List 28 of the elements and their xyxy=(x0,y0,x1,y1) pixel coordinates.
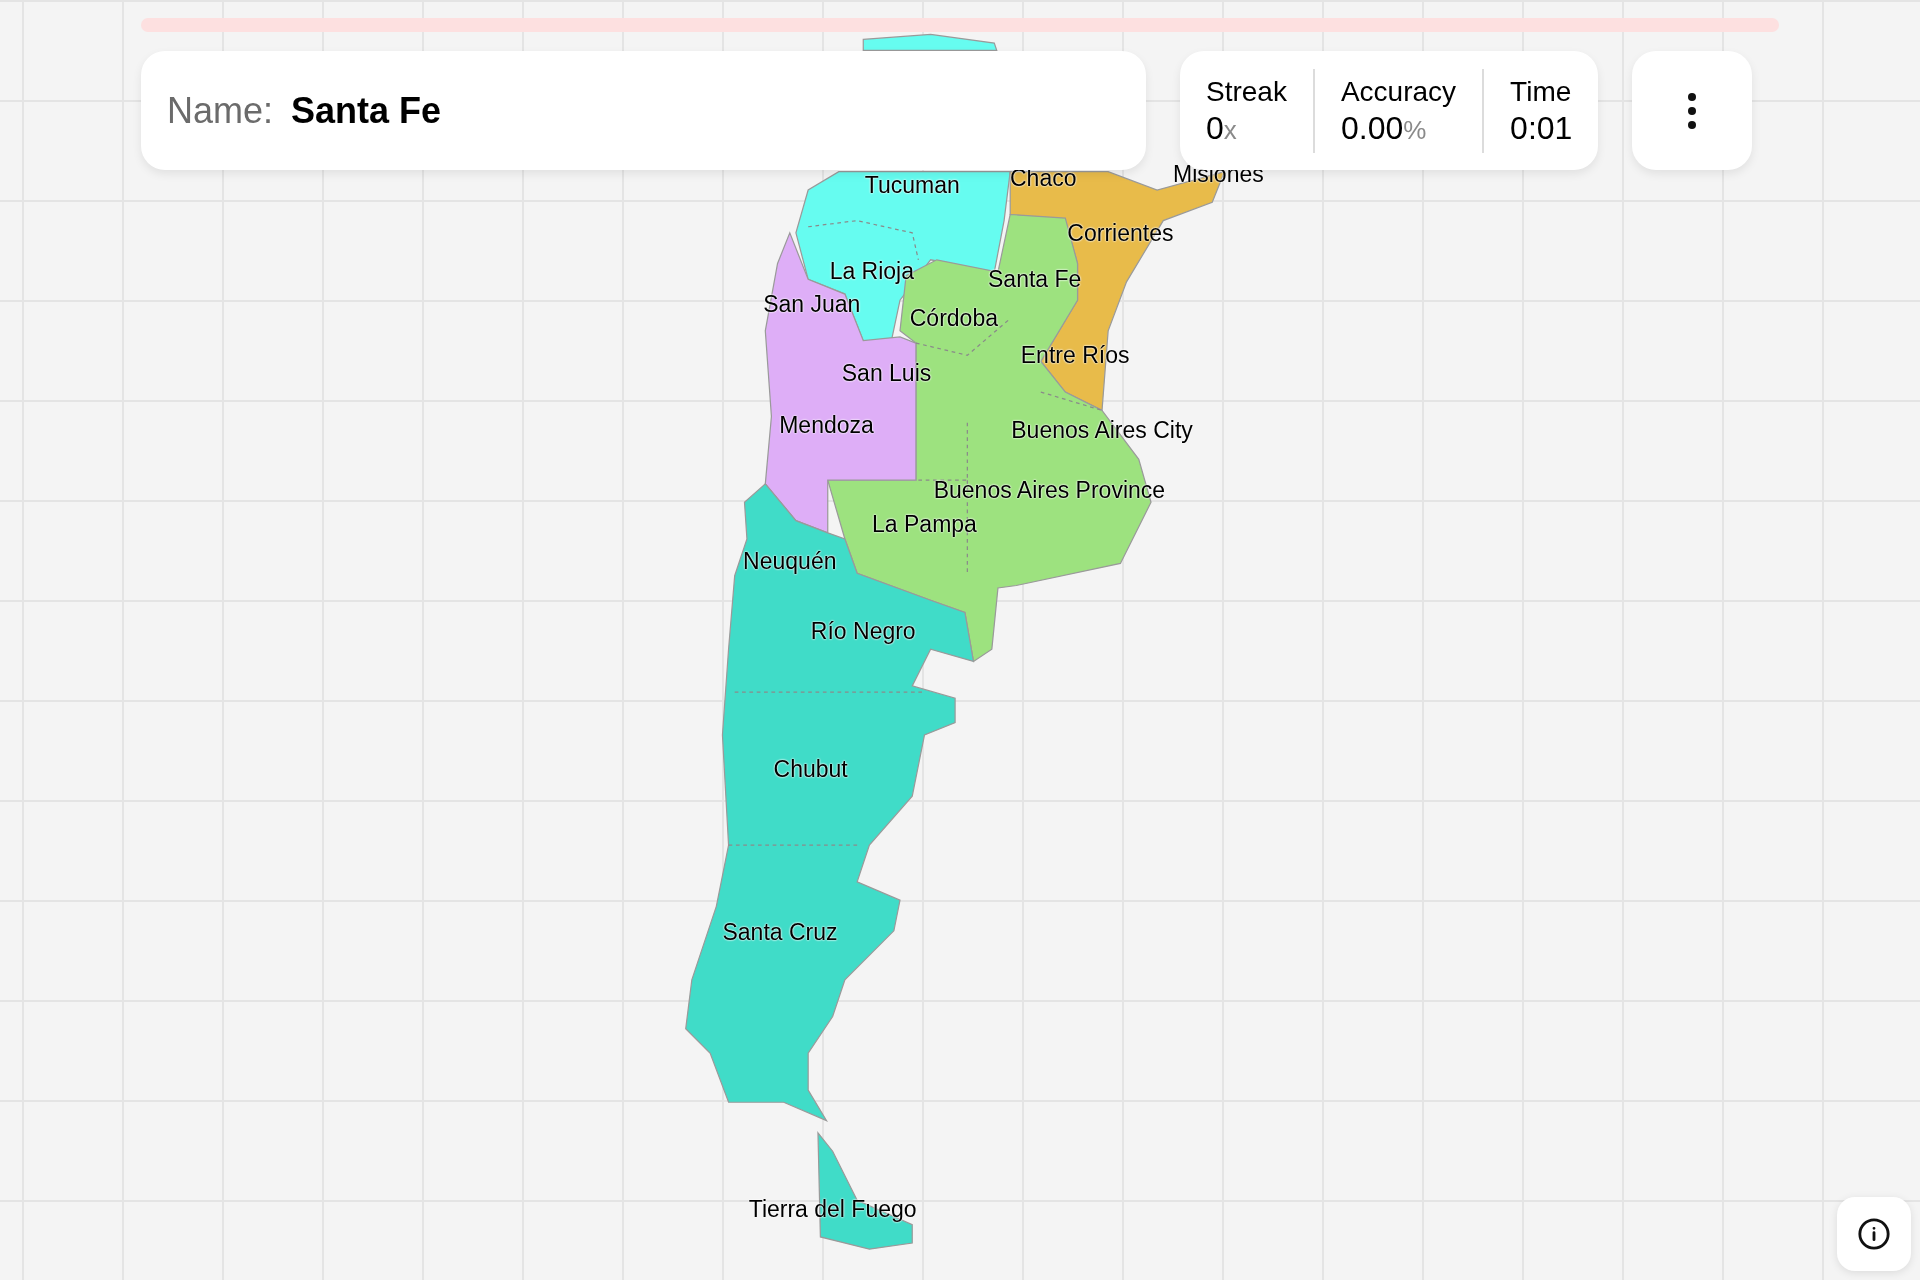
stat-label: Streak xyxy=(1206,77,1287,106)
stat-value: 0:01 xyxy=(1510,111,1573,144)
region-label: Entre Ríos xyxy=(1020,343,1130,367)
region-label: Córdoba xyxy=(909,306,998,330)
region-label: Neuquén xyxy=(743,549,837,573)
region-label: Chaco xyxy=(1010,166,1077,190)
info-button[interactable] xyxy=(1837,1197,1911,1271)
region-label: Chubut xyxy=(773,757,848,781)
region-label: Río Negro xyxy=(810,619,916,643)
region-label: Buenos Aires Province xyxy=(933,478,1166,502)
stat-label: Time xyxy=(1510,77,1573,106)
region-label: Buenos Aires City xyxy=(1011,418,1193,442)
region-label: San Luis xyxy=(841,361,932,385)
region-label: Santa Cruz xyxy=(722,920,838,944)
region-label: La Pampa xyxy=(872,512,977,536)
province-border xyxy=(1040,391,1103,412)
stat-label: Accuracy xyxy=(1340,77,1457,106)
region-label: Mendoza xyxy=(779,413,874,437)
region-label: La Rioja xyxy=(829,259,914,283)
region-label: San Juan xyxy=(763,292,861,316)
stat-value: 0x xyxy=(1206,111,1238,144)
region-label: Tucuman xyxy=(864,173,960,197)
region-label: Santa Fe xyxy=(988,267,1082,291)
info-icon xyxy=(1857,1217,1891,1251)
question-value: Santa Fe xyxy=(291,88,442,133)
question-label: Name: xyxy=(167,88,274,133)
menu-icon xyxy=(1687,91,1698,130)
stat-value: 0.00% xyxy=(1340,111,1428,144)
